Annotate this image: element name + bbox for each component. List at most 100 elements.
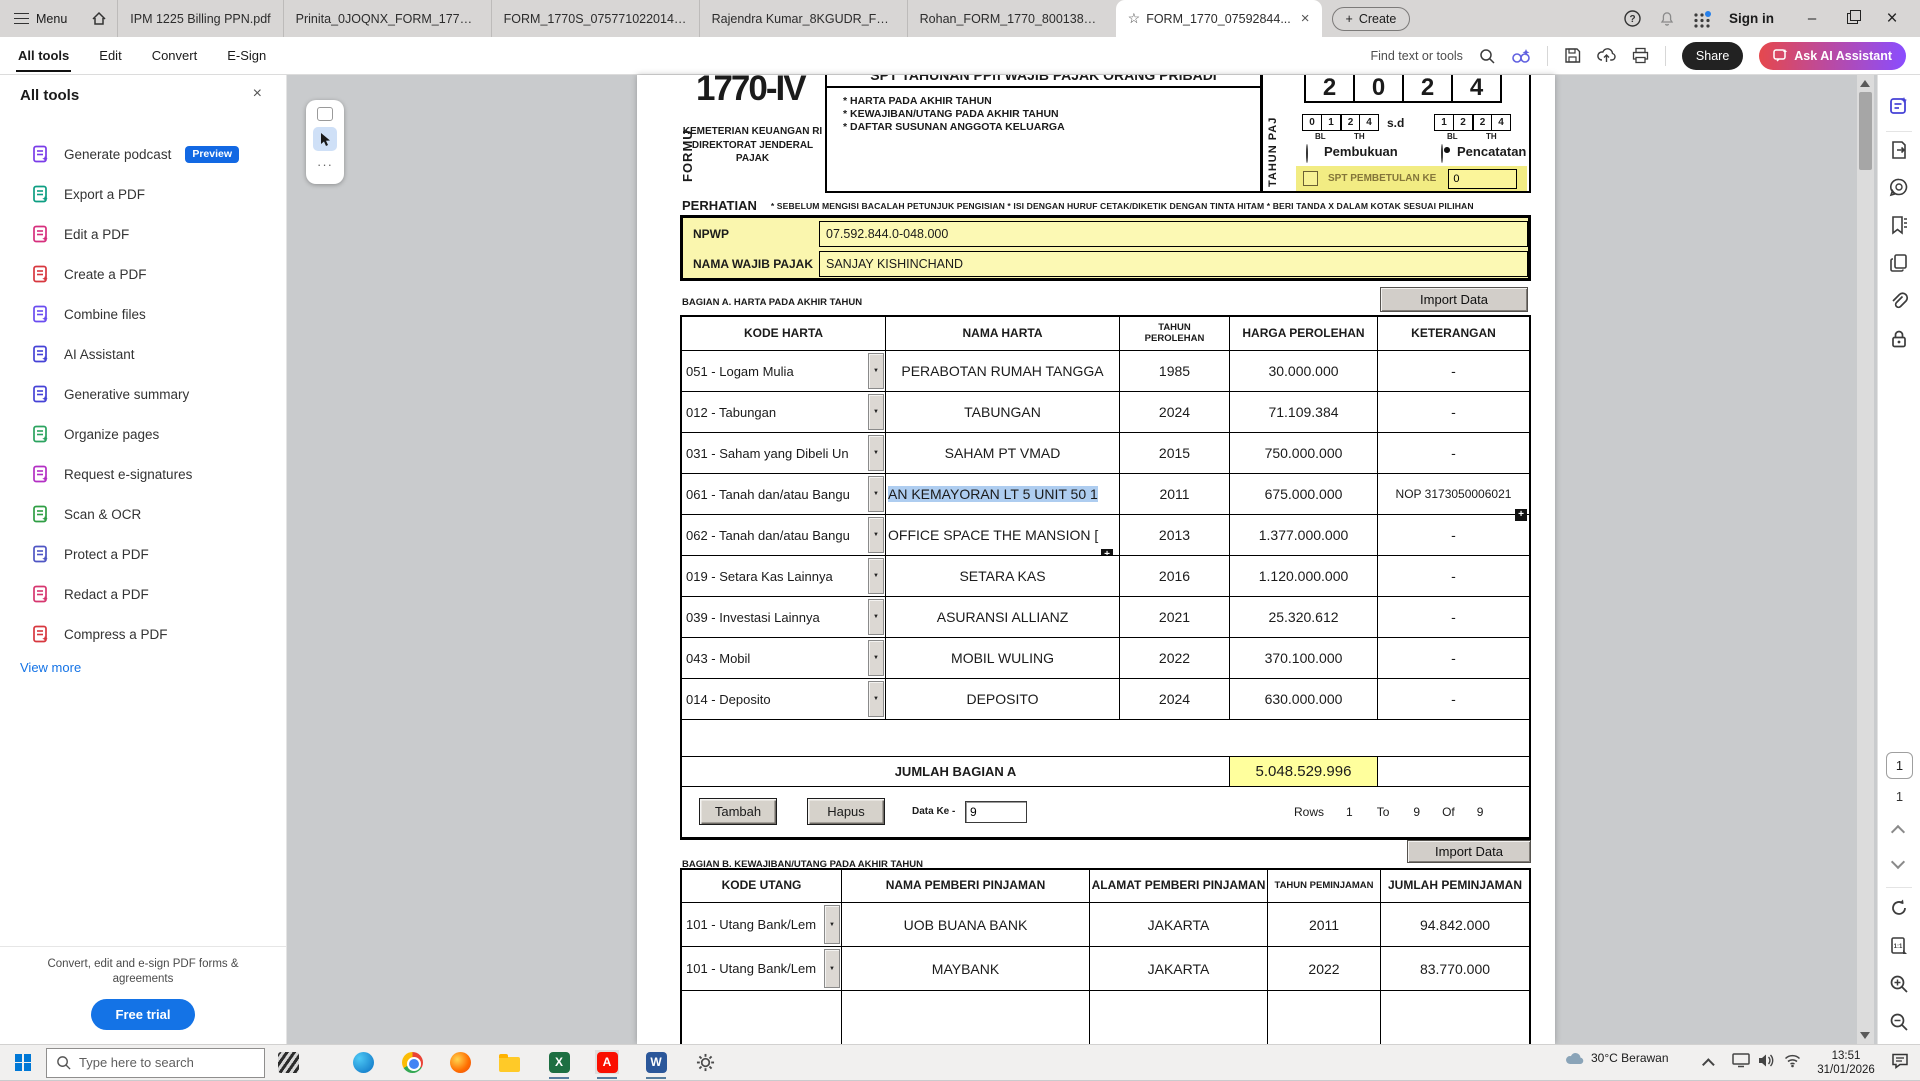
page-fit-icon[interactable]: 1:1 <box>1888 935 1910 957</box>
scrollbar-thumb[interactable] <box>1859 92 1872 170</box>
comments-icon[interactable] <box>1888 176 1910 198</box>
sidebar-tool-item[interactable]: Create a PDF <box>0 254 286 294</box>
document-tab[interactable]: FORM_1770S_07577102201400... <box>491 0 699 37</box>
nama-harta-cell[interactable]: MOBIL WULING <box>886 638 1120 679</box>
taskbar-app-chrome[interactable] <box>400 1050 424 1074</box>
kode-utang-cell[interactable]: 101 - Utang Bank/Lem ▼ <box>682 903 842 947</box>
dropdown-button[interactable]: ▼ <box>824 949 840 988</box>
panel-close-icon[interactable]: × <box>253 85 262 103</box>
taskbar-clock[interactable]: 13:51 31/01/2026 <box>1812 1049 1880 1078</box>
harga-perolehan-cell[interactable]: 1.120.000.000 <box>1230 556 1378 597</box>
tahun-perolehan-cell[interactable]: 2024 <box>1120 392 1230 433</box>
sidebar-tool-item[interactable]: Organize pages <box>0 414 286 454</box>
tahun-peminjaman-cell[interactable]: 2011 <box>1268 903 1381 947</box>
notifications-bell-icon[interactable] <box>1659 10 1675 27</box>
tray-volume-icon[interactable] <box>1758 1053 1775 1068</box>
more-options-icon[interactable]: ··· <box>317 157 333 172</box>
taskbar-app-acrobat[interactable]: A <box>595 1050 619 1074</box>
dropdown-button[interactable]: ▼ <box>868 394 884 430</box>
export-pdf-icon[interactable] <box>1888 139 1910 161</box>
harga-perolehan-cell[interactable]: 750.000.000 <box>1230 433 1378 474</box>
dropdown-button[interactable]: ▼ <box>824 905 840 944</box>
jumlah-peminjaman-cell[interactable]: 94.842.000 <box>1381 903 1529 947</box>
minimize-button[interactable]: – <box>1792 0 1832 37</box>
taskbar-search[interactable]: Type here to search <box>46 1048 265 1078</box>
keterangan-cell[interactable]: - <box>1378 597 1529 638</box>
kode-harta-cell[interactable]: 019 - Setara Kas Lainnya ▼ <box>682 556 886 597</box>
free-trial-button[interactable]: Free trial <box>91 999 195 1030</box>
upload-cloud-icon[interactable] <box>1597 47 1616 64</box>
keterangan-cell[interactable]: NOP 3173050006021 + <box>1378 474 1529 515</box>
share-button[interactable]: Share <box>1682 42 1743 70</box>
attachments-paperclip-icon[interactable] <box>1888 290 1910 312</box>
app-grid-icon[interactable] <box>1693 10 1711 28</box>
kode-harta-cell[interactable]: 014 - Deposito ▼ <box>682 679 886 720</box>
keterangan-cell[interactable]: - <box>1378 679 1529 720</box>
nama-harta-cell[interactable]: TABUNGAN <box>886 392 1120 433</box>
dropdown-button[interactable]: ▼ <box>868 640 884 676</box>
bookmarks-icon[interactable] <box>1888 214 1910 236</box>
action-center-icon[interactable] <box>1891 1053 1909 1069</box>
nama-pemberi-cell[interactable]: MAYBANK <box>842 947 1090 991</box>
harga-perolehan-cell[interactable]: 675.000.000 <box>1230 474 1378 515</box>
taskbar-weather[interactable]: 30°C Berawan <box>1565 1050 1669 1066</box>
help-icon[interactable]: ? <box>1624 10 1641 27</box>
zoom-out-icon[interactable] <box>1888 1011 1910 1033</box>
spt-checkbox[interactable] <box>1303 171 1318 186</box>
nama-harta-cell[interactable]: ASURANSI ALLIANZ <box>886 597 1120 638</box>
dropdown-button[interactable]: ▼ <box>868 558 884 594</box>
tahun-perolehan-cell[interactable]: 1985 <box>1120 351 1230 392</box>
kode-utang-cell[interactable]: 101 - Utang Bank/Lem ▼ <box>682 947 842 991</box>
kode-harta-cell[interactable]: 031 - Saham yang Dibeli Un ▼ <box>682 433 886 474</box>
dropdown-button[interactable]: ▼ <box>868 435 884 471</box>
jumlah-peminjaman-cell[interactable]: 83.770.000 <box>1381 947 1529 991</box>
document-tab[interactable]: ☆ FORM_1770_07592844... × <box>1116 0 1322 37</box>
dropdown-button[interactable]: ▼ <box>868 353 884 389</box>
annotation-plus-marker[interactable]: + <box>1515 509 1527 521</box>
restore-button[interactable] <box>1832 0 1872 37</box>
harga-perolehan-cell[interactable]: 630.000.000 <box>1230 679 1378 720</box>
create-button[interactable]: + Create <box>1332 7 1411 31</box>
npwp-field[interactable]: 07.592.844.0-048.000 <box>819 221 1528 247</box>
tahun-perolehan-cell[interactable]: 2021 <box>1120 597 1230 638</box>
ai-tools-icon[interactable] <box>1511 47 1531 65</box>
toolbar-nav-tab[interactable]: All tools <box>16 39 71 72</box>
print-icon[interactable] <box>1632 47 1649 64</box>
protection-lock-icon[interactable] <box>1888 328 1910 350</box>
keterangan-cell[interactable]: - <box>1378 392 1529 433</box>
nama-harta-cell[interactable]: PERABOTAN RUMAH TANGGA <box>886 351 1120 392</box>
nama-harta-cell[interactable]: SETARA KAS <box>886 556 1120 597</box>
kode-harta-cell[interactable]: 061 - Tanah dan/atau Bangu ▼ <box>682 474 886 515</box>
generative-summary-icon[interactable] <box>1888 95 1910 117</box>
document-tab[interactable]: Rohan_FORM_1770_800138034... <box>907 0 1115 37</box>
document-tab[interactable]: IPM 1225 Billing PPN.pdf <box>117 0 282 37</box>
home-button[interactable] <box>81 0 117 37</box>
harga-perolehan-cell[interactable]: 370.100.000 <box>1230 638 1378 679</box>
annotation-plus-marker[interactable]: + <box>1101 549 1113 556</box>
view-more-link[interactable]: View more <box>20 660 81 675</box>
rotate-refresh-icon[interactable] <box>1888 897 1910 919</box>
sign-in-button[interactable]: Sign in <box>1729 11 1774 26</box>
harga-perolehan-cell[interactable]: 30.000.000 <box>1230 351 1378 392</box>
taskbar-app-settings[interactable] <box>693 1050 717 1074</box>
taskbar-app-files[interactable] <box>497 1050 521 1074</box>
kode-harta-cell[interactable]: 043 - Mobil ▼ <box>682 638 886 679</box>
dropdown-button[interactable]: ▼ <box>868 517 884 553</box>
toolbar-nav-tab[interactable]: Convert <box>150 39 200 72</box>
close-window-button[interactable]: × <box>1872 0 1912 37</box>
taskbar-app-excel[interactable]: X <box>547 1050 571 1074</box>
pointer-tool-button[interactable] <box>313 127 337 151</box>
tab-close-icon[interactable]: × <box>1297 10 1310 27</box>
find-label[interactable]: Find text or tools <box>1371 49 1463 63</box>
sidebar-tool-item[interactable]: Protect a PDF <box>0 534 286 574</box>
dropdown-button[interactable]: ▼ <box>868 476 884 512</box>
save-icon[interactable] <box>1564 47 1581 64</box>
sidebar-tool-item[interactable]: Generative summary <box>0 374 286 414</box>
spt-input[interactable] <box>1448 169 1517 189</box>
tahun-perolehan-cell[interactable]: 2022 <box>1120 638 1230 679</box>
page-thumbnails-icon[interactable] <box>1888 252 1910 274</box>
toolbar-nav-tab[interactable]: E-Sign <box>225 39 268 72</box>
keterangan-cell[interactable]: - <box>1378 515 1529 556</box>
taskbar-app-zebra[interactable] <box>276 1050 300 1074</box>
nama-harta-cell[interactable]: DEPOSITO <box>886 679 1120 720</box>
